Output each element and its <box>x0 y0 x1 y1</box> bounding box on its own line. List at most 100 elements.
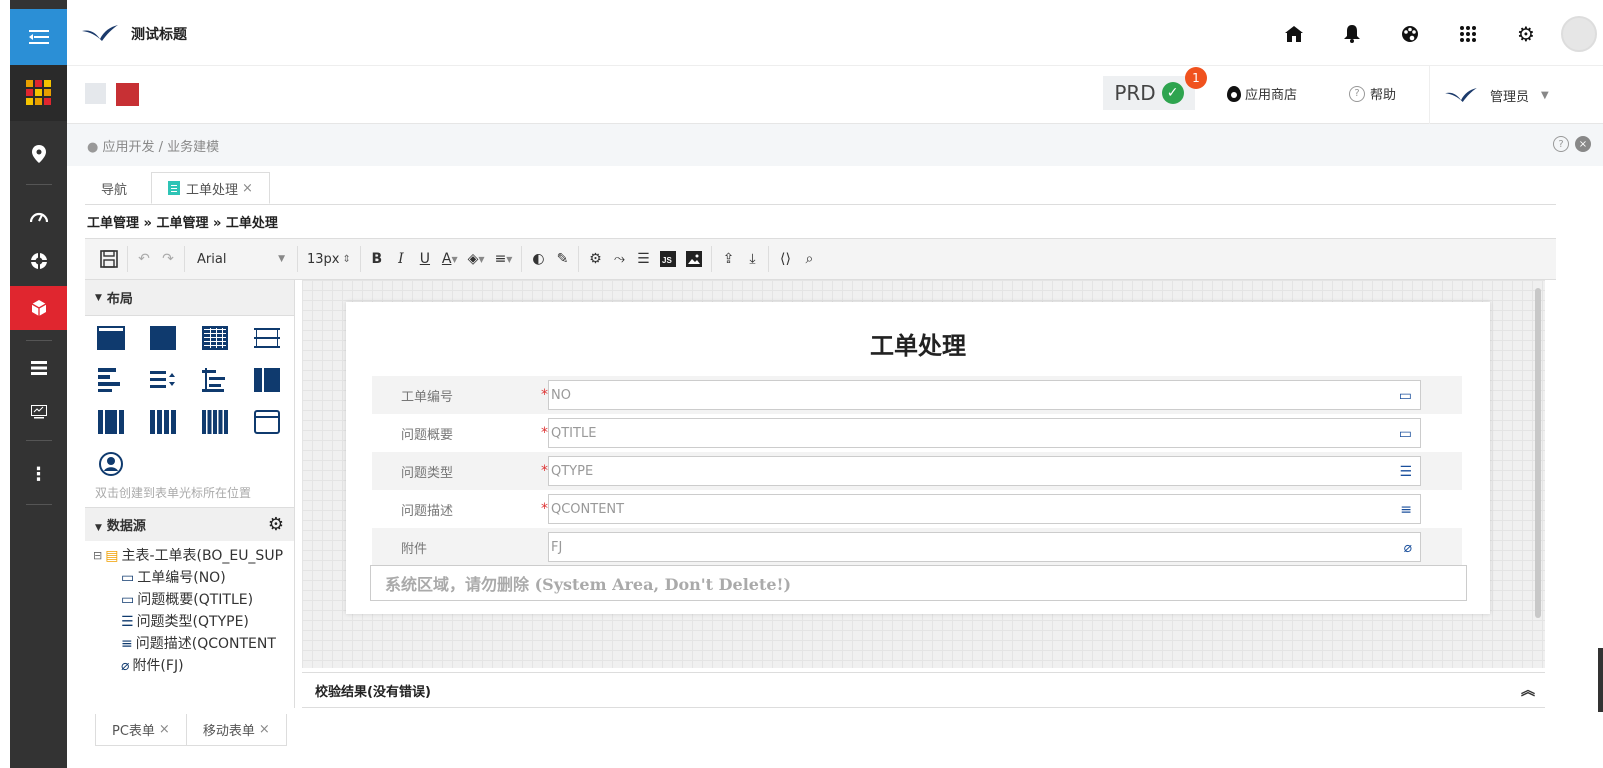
support-nav-button[interactable] <box>10 241 67 281</box>
user-menu[interactable]: 管理员 ▼ <box>1429 66 1549 124</box>
align-button[interactable]: ≡ ▼ <box>490 244 518 274</box>
shape-button[interactable]: ◐ <box>526 244 550 274</box>
tree-node-root[interactable]: ⊟ ▤ 主表-工单表(BO_EU_SUP <box>93 545 286 567</box>
chevron-double-up-icon[interactable]: ︽ <box>1521 680 1535 700</box>
redo-button[interactable]: ↷ <box>156 244 180 274</box>
settings-button[interactable]: ⚙ <box>1497 17 1555 51</box>
layout-user-icon[interactable] <box>97 450 125 478</box>
bird-logo-small <box>1445 88 1477 102</box>
layout-table-grid-icon[interactable] <box>201 324 229 352</box>
underline-icon: U <box>419 251 431 267</box>
required-mark: * <box>541 463 548 479</box>
field-fj[interactable]: FJ ⌀ <box>548 532 1421 562</box>
color-swatch-light[interactable] <box>85 83 106 104</box>
datasource-section-header[interactable]: ▼ 数据源 ⚙ <box>85 507 294 541</box>
gear-icon[interactable]: ⚙ <box>268 514 284 535</box>
more-nav-button[interactable]: ⋮ <box>10 454 67 494</box>
field-label: 问题描述 <box>401 503 454 519</box>
font-family-select[interactable]: Arial ▼ <box>189 244 293 274</box>
tab-navigation[interactable]: 导航 <box>85 172 143 204</box>
undo-button[interactable]: ↶ <box>132 244 156 274</box>
system-area: 系统区域，请勿删除 (System Area, Don't Delete!) <box>370 565 1467 601</box>
tree-node-field[interactable]: ☰ 问题类型(QTYPE) <box>93 611 286 633</box>
dashboard-nav-button[interactable] <box>10 196 67 236</box>
format-brush-button[interactable]: ✎ <box>550 244 574 274</box>
source-code-button[interactable]: ⟨⟩ <box>773 244 797 274</box>
bird-logo <box>82 25 118 41</box>
tab-work-order[interactable]: 工单处理 × <box>151 172 270 204</box>
textbox-icon: ▭ <box>1398 426 1412 442</box>
notification-badge: 1 <box>1185 67 1207 89</box>
monitor-nav-button[interactable] <box>10 392 67 432</box>
app-store-link[interactable]: 应用商店 <box>1227 84 1297 103</box>
right-edge-handle[interactable] <box>1598 648 1603 712</box>
italic-button[interactable]: I <box>389 244 413 274</box>
textbox-icon: ▭ <box>121 592 135 608</box>
layout-list-sort-icon[interactable] <box>149 366 177 394</box>
layout-three-columns-icon[interactable] <box>97 408 125 436</box>
field-no[interactable]: NO ▭ <box>548 380 1421 410</box>
layout-section-header[interactable]: ▼ 布局 <box>85 280 294 316</box>
theme-button[interactable] <box>1381 17 1439 51</box>
tab-pc-form[interactable]: PC表单 × <box>95 714 187 746</box>
model-nav-button[interactable] <box>10 286 67 330</box>
close-tab-icon[interactable]: × <box>159 722 170 737</box>
list-nav-button[interactable] <box>10 348 67 388</box>
export-button[interactable]: ⇪ <box>716 244 740 274</box>
layout-panel-icon[interactable] <box>253 408 281 436</box>
close-tab-icon[interactable]: × <box>259 722 270 737</box>
help-link[interactable]: ? 帮助 <box>1349 84 1396 103</box>
layout-five-columns-icon[interactable] <box>201 408 229 436</box>
help-circle-icon[interactable]: ? <box>1553 136 1569 152</box>
user-avatar[interactable] <box>1561 16 1597 52</box>
breadcrumb: ● 应用开发 / 业务建模 <box>87 136 219 155</box>
layout-four-columns-icon[interactable] <box>149 408 177 436</box>
home-button[interactable] <box>1265 17 1323 51</box>
tree-node-field[interactable]: ▭ 问题概要(QTITLE) <box>93 589 286 611</box>
layout-tree-list-icon[interactable] <box>201 366 229 394</box>
preview-button[interactable]: ⤳ <box>607 244 631 274</box>
form-title: 工单处理 <box>870 332 966 360</box>
field-qcontent[interactable]: QCONTENT ≡ <box>548 494 1421 524</box>
breadcrumb-text: 应用开发 / 业务建模 <box>102 140 220 155</box>
field-qtitle[interactable]: QTITLE ▭ <box>548 418 1421 448</box>
underline-button[interactable]: U <box>413 244 437 274</box>
canvas-scrollbar[interactable] <box>1535 288 1541 618</box>
bold-button[interactable]: B <box>365 244 389 274</box>
notifications-button[interactable] <box>1323 17 1381 51</box>
javascript-button[interactable]: JS <box>655 244 681 274</box>
close-circle-icon[interactable]: × <box>1575 136 1591 152</box>
font-color-button[interactable]: A ▼ <box>437 244 463 274</box>
collapse-caret-icon: ▼ <box>95 523 102 533</box>
close-tab-icon[interactable]: × <box>242 181 253 196</box>
color-swatch-red[interactable] <box>116 83 139 106</box>
apps-button[interactable] <box>1439 17 1497 51</box>
menu-toggle-button[interactable] <box>10 9 67 65</box>
apps-grid-button[interactable] <box>10 65 67 121</box>
search-button[interactable]: ⌕ <box>797 244 821 274</box>
import-button[interactable]: ⤓ <box>740 244 764 274</box>
layout-left-list-icon[interactable] <box>97 366 125 394</box>
tab-mobile-form[interactable]: 移动表单 × <box>186 714 287 746</box>
collapse-box-icon[interactable]: ⊟ <box>93 545 102 567</box>
layout-two-columns-icon[interactable] <box>253 366 281 394</box>
layout-single-block-icon[interactable] <box>149 324 177 352</box>
validate-button[interactable]: ☰ <box>631 244 655 274</box>
location-nav-button[interactable] <box>10 134 67 174</box>
font-size-stepper[interactable]: 13px ⇕ <box>302 244 356 274</box>
field-qtype[interactable]: QTYPE ☰ <box>548 456 1421 486</box>
form-settings-button[interactable]: ⚙ <box>583 244 607 274</box>
image-button[interactable] <box>681 244 707 274</box>
database-icon: ▤ <box>105 548 119 564</box>
tree-node-field[interactable]: ▭ 工单编号(NO) <box>93 567 286 589</box>
layout-rows-icon[interactable] <box>253 324 281 352</box>
tree-node-field[interactable]: ≡ 问题描述(QCONTENT <box>93 633 286 655</box>
undo-icon: ↶ <box>138 251 150 267</box>
save-button[interactable] <box>95 244 123 274</box>
layout-header-block-icon[interactable] <box>97 324 125 352</box>
fill-color-button[interactable]: ◈ ▼ <box>463 244 490 274</box>
validation-panel[interactable]: 校验结果(没有错误) ︽ <box>302 672 1545 708</box>
tree-node-field[interactable]: ⌀ 附件(FJ) <box>93 655 286 677</box>
code-file-icon: ⟨⟩ <box>779 251 791 267</box>
environment-indicator[interactable]: PRD ✓ <box>1103 76 1195 110</box>
